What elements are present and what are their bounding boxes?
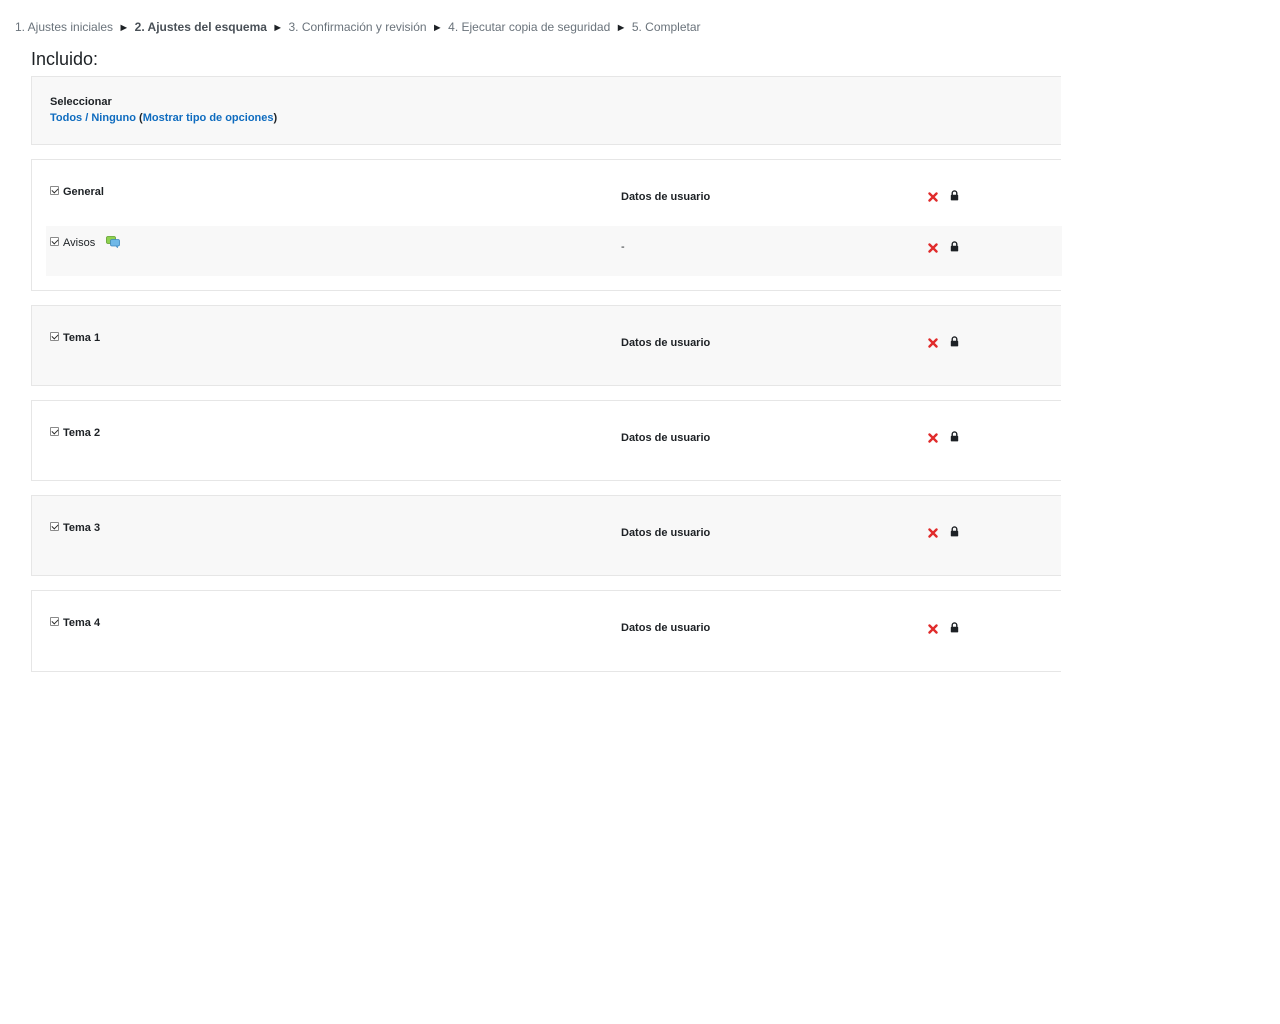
select-none-link[interactable]: Ninguno bbox=[91, 112, 136, 124]
cross-icon bbox=[928, 243, 938, 253]
progress-step-4: 4. Ejecutar copia de seguridad bbox=[448, 20, 611, 34]
section-row: General Datos de usuario bbox=[46, 176, 1062, 224]
include-general-checkbox[interactable] bbox=[50, 186, 59, 195]
cross-icon bbox=[928, 528, 938, 538]
select-all-link[interactable]: Todos bbox=[50, 112, 82, 124]
progress-step-3: 3. Confirmación y revisión bbox=[288, 20, 427, 34]
include-tema-1-checkbox[interactable] bbox=[50, 332, 59, 341]
section-row: Tema 2 Datos de usuario bbox=[46, 417, 1062, 465]
section-row: Tema 3 Datos de usuario bbox=[46, 512, 1062, 560]
lock-icon bbox=[950, 336, 959, 347]
include-tema-4-checkbox[interactable] bbox=[50, 617, 59, 626]
progress-separator: ► bbox=[272, 22, 284, 34]
select-panel: Seleccionar Todos / Ninguno (Mostrar tip… bbox=[31, 76, 1061, 145]
lock-icon bbox=[950, 431, 959, 442]
cross-icon bbox=[928, 624, 938, 634]
section-tema-4: Tema 4 Datos de usuario bbox=[31, 590, 1061, 672]
select-label: Seleccionar bbox=[50, 96, 112, 108]
include-tema-2-checkbox[interactable] bbox=[50, 427, 59, 436]
progress-separator: ► bbox=[615, 22, 627, 34]
lock-icon bbox=[950, 190, 959, 201]
activity-name: Avisos bbox=[63, 237, 96, 249]
activity-userdata: - bbox=[621, 241, 625, 253]
lock-icon bbox=[950, 241, 959, 252]
section-row: Tema 4 Datos de usuario bbox=[46, 607, 1062, 655]
section-tema-3: Tema 3 Datos de usuario bbox=[31, 495, 1061, 576]
cross-icon bbox=[928, 192, 938, 202]
close-paren: ) bbox=[273, 112, 278, 124]
userdata-label: Datos de usuario bbox=[621, 622, 711, 634]
select-slash: / bbox=[82, 112, 92, 124]
progress-separator: ► bbox=[431, 22, 443, 34]
userdata-label: Datos de usuario bbox=[621, 527, 711, 539]
section-name: Tema 3 bbox=[63, 522, 101, 534]
userdata-label: Datos de usuario bbox=[621, 337, 711, 349]
cross-icon bbox=[928, 433, 938, 443]
progress-separator: ► bbox=[118, 22, 130, 34]
select-links: Todos / Ninguno (Mostrar tipo de opcione… bbox=[50, 112, 277, 124]
progress-step-1: 1. Ajustes iniciales bbox=[15, 20, 114, 34]
progress-step-5: 5. Completar bbox=[631, 20, 701, 34]
activity-row: Avisos - bbox=[46, 226, 1062, 276]
section-name: General bbox=[63, 186, 104, 198]
include-avisos-checkbox[interactable] bbox=[50, 237, 59, 246]
lock-icon bbox=[950, 526, 959, 537]
section-tema-2: Tema 2 Datos de usuario bbox=[31, 400, 1061, 481]
included-heading: Incluido: bbox=[31, 49, 99, 69]
section-name: Tema 4 bbox=[63, 617, 101, 629]
show-type-options-link[interactable]: Mostrar tipo de opciones bbox=[143, 112, 274, 124]
userdata-label: Datos de usuario bbox=[621, 191, 711, 203]
forum-icon bbox=[106, 236, 120, 248]
section-tema-1: Tema 1 Datos de usuario bbox=[31, 305, 1061, 386]
section-row: Tema 1 Datos de usuario bbox=[46, 322, 1062, 370]
userdata-label: Datos de usuario bbox=[621, 432, 711, 444]
section-general: General Datos de usuario Avisos - bbox=[31, 159, 1062, 291]
lock-icon bbox=[950, 622, 959, 633]
progress-step-2: 2. Ajustes del esquema bbox=[134, 20, 267, 34]
cross-icon bbox=[928, 338, 938, 348]
section-name: Tema 1 bbox=[63, 332, 101, 344]
section-name: Tema 2 bbox=[63, 427, 101, 439]
backup-progress-bar: 1. Ajustes iniciales ► 2. Ajustes del es… bbox=[15, 20, 701, 35]
include-tema-3-checkbox[interactable] bbox=[50, 522, 59, 531]
open-paren: ( bbox=[135, 112, 143, 124]
